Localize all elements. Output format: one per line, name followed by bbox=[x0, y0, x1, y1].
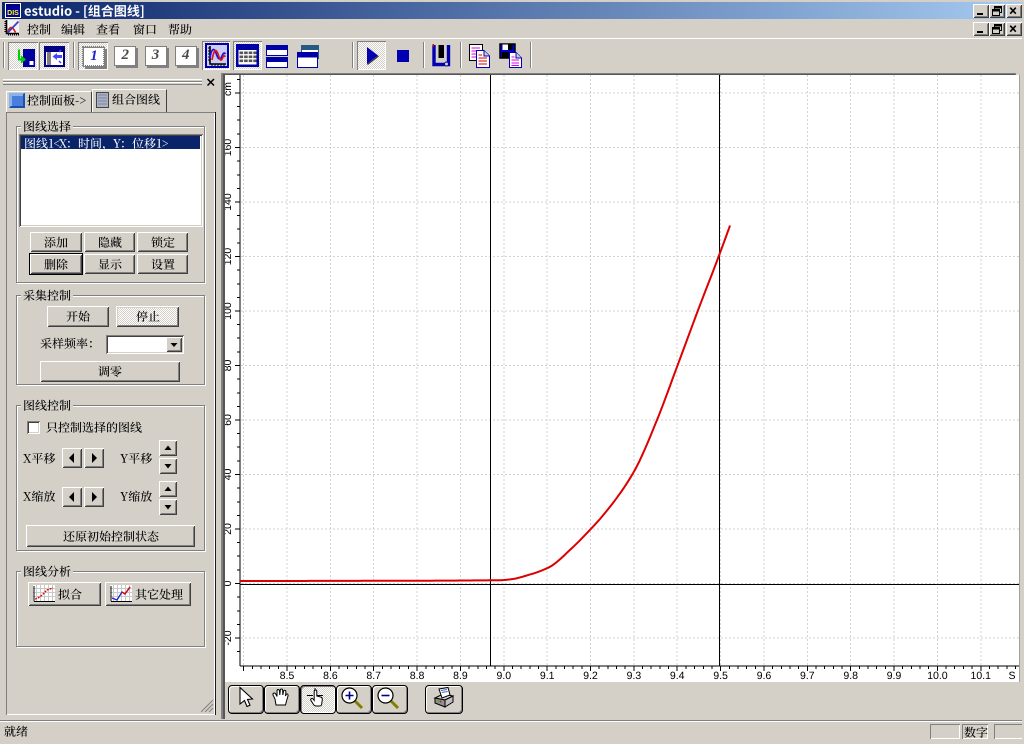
svg-text:DIS: DIS bbox=[7, 10, 19, 17]
